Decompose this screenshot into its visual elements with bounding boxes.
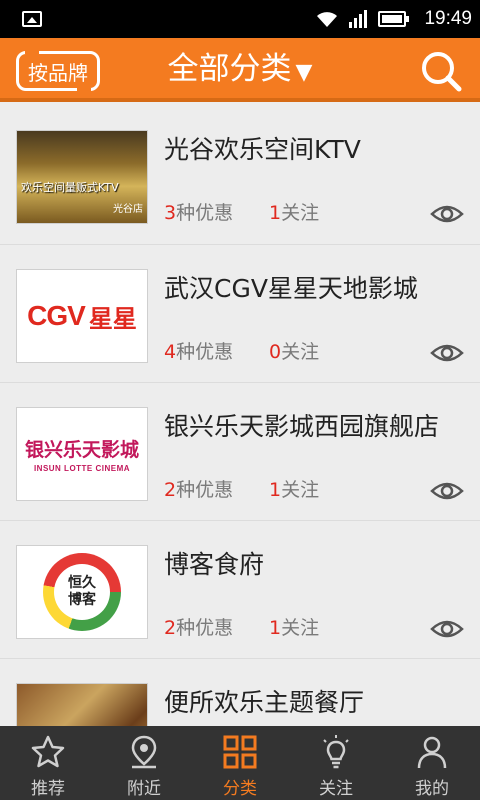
- merchant-name: 光谷欢乐空间KTV: [164, 135, 361, 164]
- offers-count: 3种优惠: [164, 202, 234, 224]
- merchant-name: 便所欢乐主题餐厅: [164, 688, 365, 717]
- wifi-icon: [317, 12, 337, 27]
- bottom-nav: 推荐 附近 分类 关注 我的: [0, 726, 480, 800]
- location-pin-icon: [131, 735, 157, 769]
- grid-icon: [223, 735, 257, 769]
- dropdown-caret-icon: ▼: [295, 60, 313, 85]
- offers-count: 2种优惠: [164, 479, 234, 501]
- lightbulb-icon: [323, 735, 349, 769]
- nav-recommend[interactable]: 推荐: [0, 726, 96, 800]
- follow-count: 1关注: [269, 617, 320, 639]
- merchant-thumbnail: 银兴乐天影城 INSUN LOTTE CINEMA: [16, 407, 148, 501]
- nav-label: 推荐: [31, 779, 65, 799]
- offers-count: 2种优惠: [164, 617, 234, 639]
- logo-ring: 恒久 博客: [43, 553, 121, 631]
- eye-icon[interactable]: [430, 341, 464, 365]
- follow-count: 1关注: [269, 479, 320, 501]
- merchant-name: 银兴乐天影城西园旗舰店: [164, 412, 440, 441]
- list-item[interactable]: 便所欢乐主题餐厅: [0, 658, 480, 726]
- page-title: 全部分类: [167, 51, 292, 87]
- eye-icon[interactable]: [430, 479, 464, 503]
- list-item[interactable]: 恒久 博客 博客食府 2种优惠 1关注: [0, 520, 480, 658]
- category-dropdown[interactable]: 全部分类 ▼: [0, 46, 480, 96]
- nav-category[interactable]: 分类: [192, 726, 288, 800]
- eye-icon[interactable]: [430, 617, 464, 641]
- nav-label: 分类: [223, 779, 257, 799]
- image-notification-icon: [22, 11, 42, 27]
- star-icon: [31, 735, 65, 768]
- search-icon[interactable]: [420, 50, 462, 92]
- status-bar: 19:49: [0, 0, 480, 38]
- merchant-name: 武汉CGV星星天地影城: [164, 274, 418, 303]
- nav-label: 我的: [415, 779, 449, 799]
- merchant-thumbnail: 欢乐空间量贩式KTV 光谷店: [16, 130, 148, 224]
- list-item[interactable]: 银兴乐天影城 INSUN LOTTE CINEMA 银兴乐天影城西园旗舰店 2种…: [0, 382, 480, 520]
- person-icon: [417, 736, 447, 769]
- battery-icon: [378, 11, 409, 27]
- nav-mine[interactable]: 我的: [384, 726, 480, 800]
- signal-icon: [349, 10, 367, 28]
- follow-count: 0关注: [269, 341, 320, 363]
- merchant-name: 博客食府: [164, 550, 265, 579]
- nav-follow[interactable]: 关注: [288, 726, 384, 800]
- list-item[interactable]: 欢乐空间量贩式KTV 光谷店 光谷欢乐空间KTV 3种优惠 1关注: [0, 106, 480, 244]
- nav-nearby[interactable]: 附近: [96, 726, 192, 800]
- merchant-thumbnail: 恒久 博客: [16, 545, 148, 639]
- nav-label: 关注: [319, 779, 353, 799]
- follow-count: 1关注: [269, 202, 320, 224]
- merchant-list[interactable]: 欢乐空间量贩式KTV 光谷店 光谷欢乐空间KTV 3种优惠 1关注 CGV 星星…: [0, 106, 480, 726]
- merchant-thumbnail: CGV 星星: [16, 269, 148, 363]
- status-time: 19:49: [424, 8, 472, 29]
- list-item[interactable]: CGV 星星 武汉CGV星星天地影城 4种优惠 0关注: [0, 244, 480, 382]
- nav-label: 附近: [127, 779, 161, 799]
- eye-icon[interactable]: [430, 202, 464, 226]
- merchant-thumbnail: [16, 683, 148, 726]
- offers-count: 4种优惠: [164, 341, 234, 363]
- app-header: 按品牌 全部分类 ▼: [0, 38, 480, 102]
